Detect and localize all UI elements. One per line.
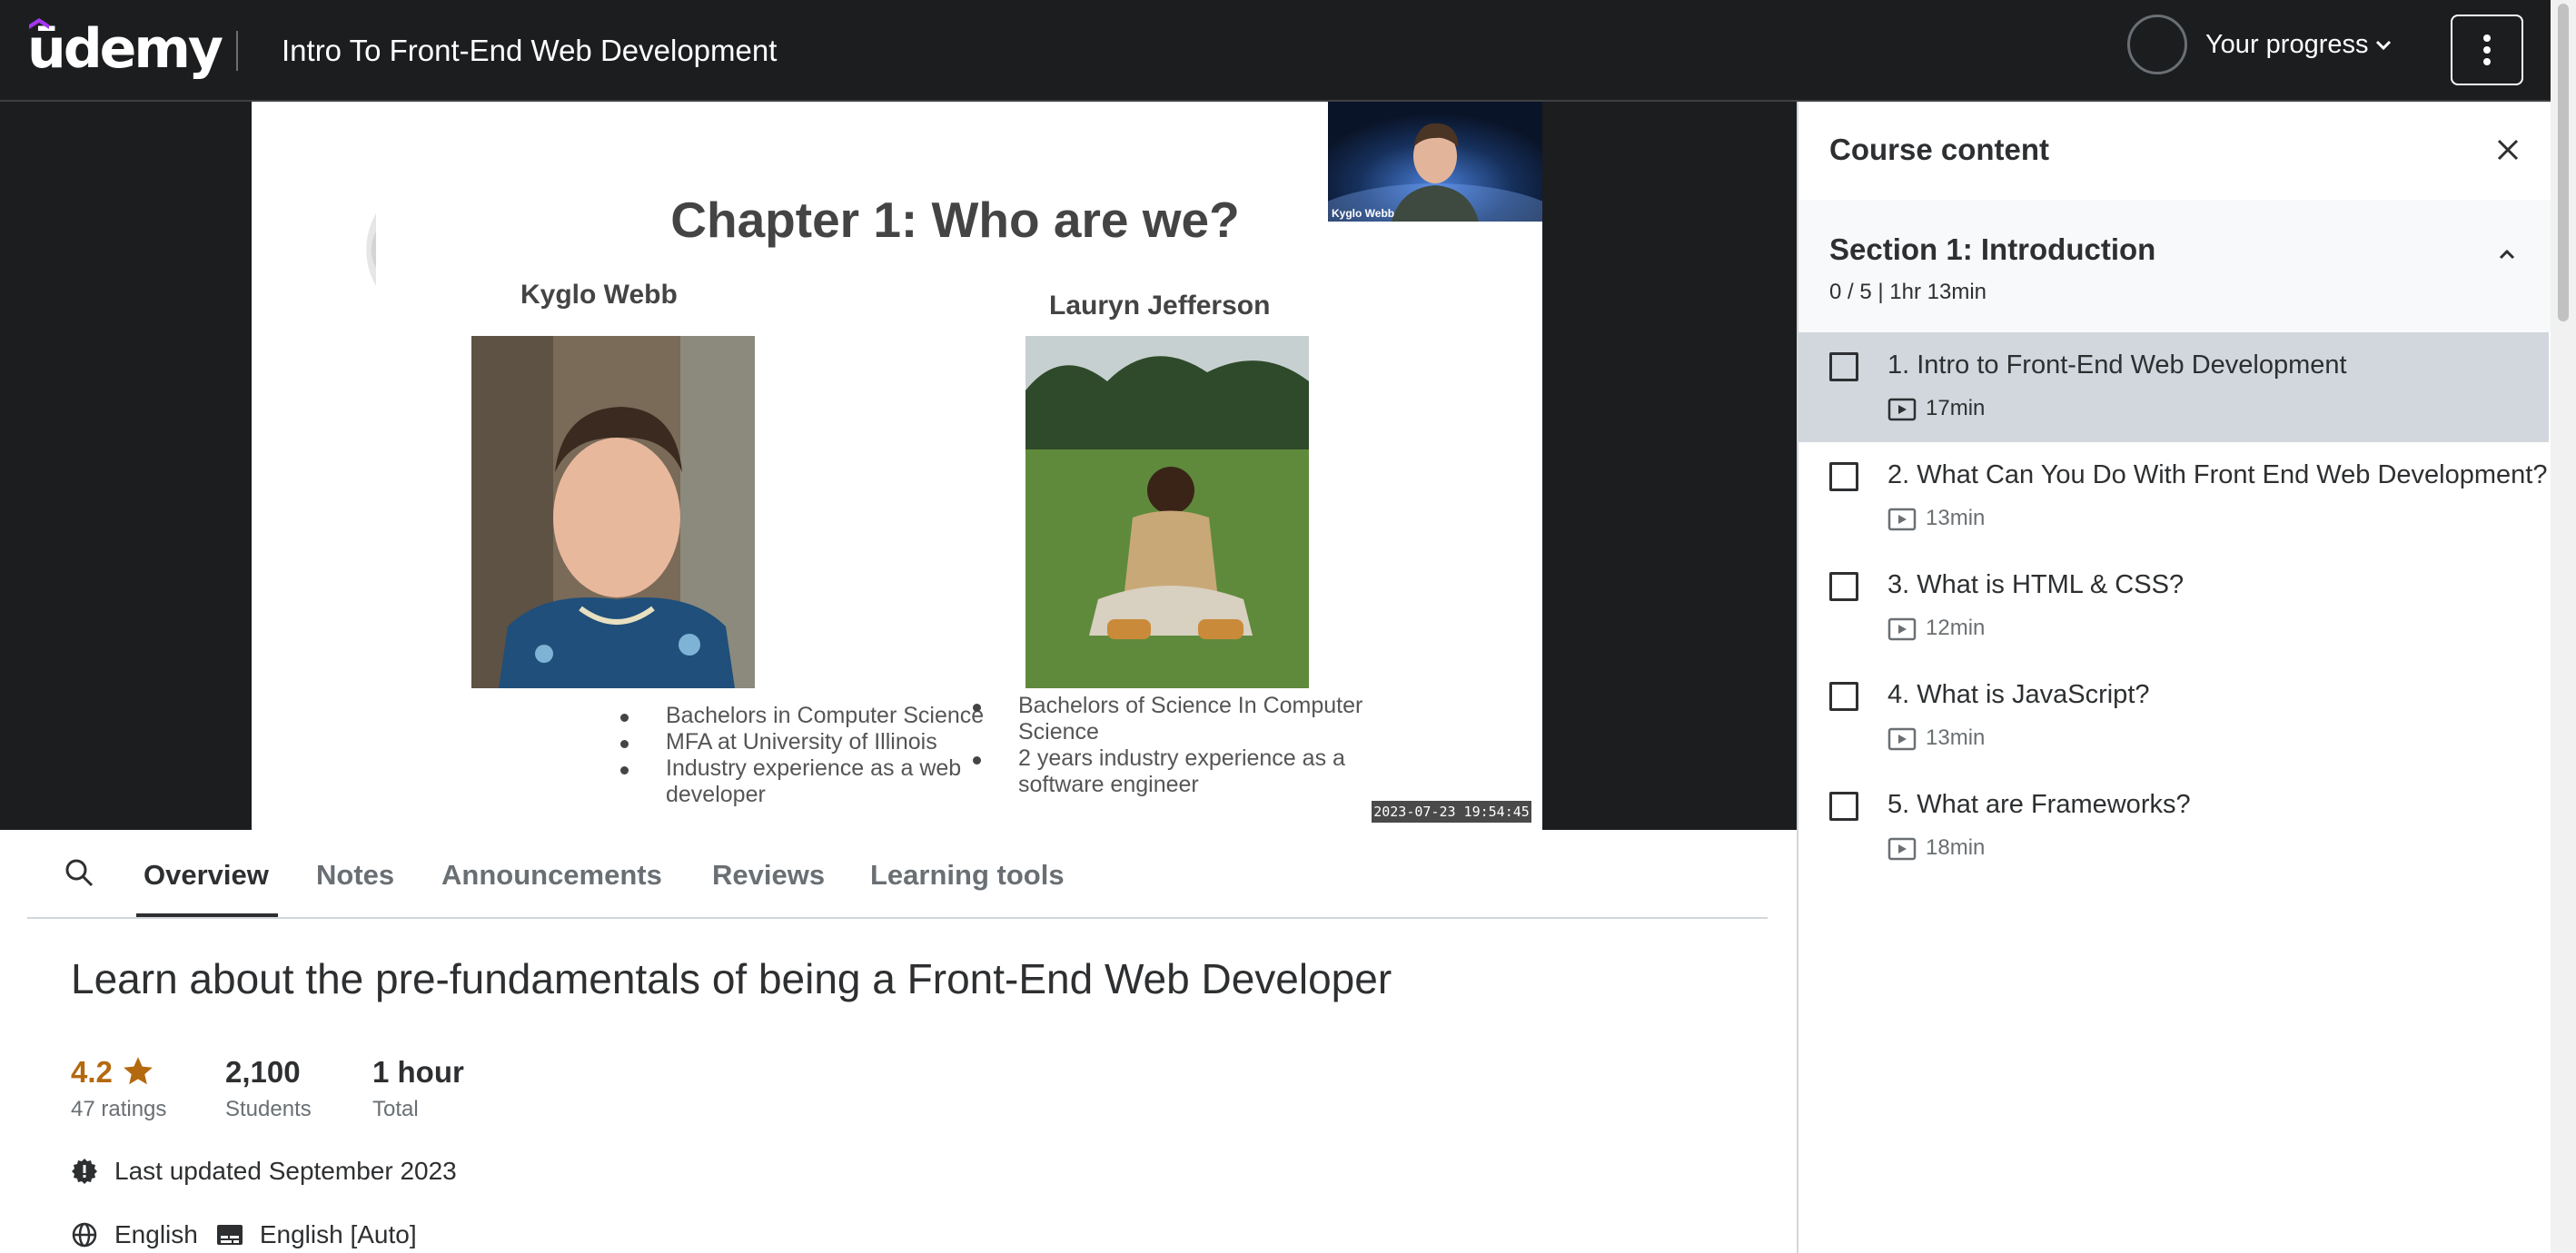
top-bar: ūdemy Intro To Front-End Web Development…	[0, 0, 2576, 102]
lecture-item[interactable]: 3. What is HTML & CSS? 12min	[1798, 552, 2549, 662]
logo-text: ūdemy	[27, 17, 223, 81]
person-name: Kyglo Webb	[520, 280, 678, 310]
section-meta: 0 / 5 | 1hr 13min	[1829, 280, 1986, 304]
tab-notes[interactable]: Notes	[316, 857, 394, 893]
lecture-duration: 13min	[1926, 506, 1986, 530]
lecture-item[interactable]: 5. What are Frameworks? 18min	[1798, 772, 2549, 882]
header-divider	[236, 31, 238, 71]
lecture-title[interactable]: 2. What Can You Do With Front End Web De…	[1887, 457, 2547, 493]
lecture-title[interactable]: 1. Intro to Front-End Web Development	[1887, 347, 2347, 383]
section-title: Section 1: Introduction	[1829, 232, 2156, 266]
bullet-item: Bachelors of Science In Computer Science	[973, 693, 1418, 745]
tab-announcements[interactable]: Announcements	[441, 857, 662, 893]
lecture-checkbox[interactable]	[1829, 352, 1858, 381]
course-content-sidebar: Course content Section 1: Introduction 0…	[1797, 102, 2551, 1253]
lecture-title[interactable]: 4. What is JavaScript?	[1887, 676, 2150, 713]
lecture-duration: 12min	[1926, 616, 1986, 640]
chevron-down-icon[interactable]	[2373, 35, 2394, 56]
udemy-logo[interactable]: ūdemy	[27, 16, 223, 82]
kebab-menu-icon	[2483, 35, 2491, 65]
search-icon[interactable]	[64, 857, 96, 890]
lecture-duration: 13min	[1926, 725, 1986, 750]
video-icon	[1887, 398, 1917, 421]
lecture-checkbox[interactable]	[1829, 682, 1858, 711]
lecture-checkbox[interactable]	[1829, 792, 1858, 821]
video-timestamp: 2023-07-23 19:54:45	[1372, 801, 1531, 823]
course-tabs: Overview Notes Announcements Reviews Lea…	[27, 830, 1768, 919]
lecture-duration: 18min	[1926, 835, 1986, 860]
alert-badge-icon	[72, 1159, 97, 1184]
person-photo	[1025, 336, 1309, 688]
lecture-checkbox[interactable]	[1829, 572, 1858, 601]
lecture-item[interactable]: 4. What is JavaScript? 13min	[1798, 662, 2549, 772]
last-updated-text: Last updated September 2023	[114, 1157, 457, 1185]
language-text: English	[114, 1220, 198, 1248]
lecture-checkbox[interactable]	[1829, 462, 1858, 491]
rating-count: 47 ratings	[71, 1097, 167, 1121]
video-icon	[1887, 727, 1917, 751]
duration-label: Total	[372, 1097, 419, 1121]
more-options-button[interactable]	[2451, 15, 2523, 85]
star-icon	[124, 1057, 153, 1085]
students-label: Students	[225, 1097, 312, 1121]
chevron-up-icon[interactable]	[2494, 242, 2520, 267]
video-icon	[1887, 617, 1917, 641]
presenter-webcam: Kyglo Webb	[1328, 102, 1542, 222]
language-row: English English [Auto]	[71, 1217, 417, 1253]
scrollbar-thumb[interactable]	[2558, 4, 2569, 321]
lecture-title[interactable]: 3. What is HTML & CSS?	[1887, 567, 2184, 603]
close-icon[interactable]	[2494, 136, 2522, 163]
your-progress-button[interactable]: Your progress	[2205, 25, 2368, 64]
person-photo	[471, 336, 755, 688]
globe-icon	[72, 1222, 97, 1248]
sidebar-header: Course content	[1798, 102, 2551, 202]
captions-text: English [Auto]	[259, 1220, 417, 1248]
person-name: Lauryn Jefferson	[1049, 291, 1271, 321]
bullet-item: 2 years industry experience as a softwar…	[973, 745, 1418, 798]
last-updated-row: Last updated September 2023	[71, 1153, 457, 1189]
tab-overview[interactable]: Overview	[144, 857, 269, 893]
sidebar-title: Course content	[1829, 133, 2050, 166]
presenter-caption: Kyglo Webb	[1332, 207, 1395, 220]
lecture-item[interactable]: 1. Intro to Front-End Web Development 17…	[1798, 332, 2549, 442]
video-player[interactable]: Chapter 1: Who are we? Kyglo Webb Bachel…	[0, 102, 1797, 830]
lecture-item[interactable]: 2. What Can You Do With Front End Web De…	[1798, 442, 2549, 552]
slide: Chapter 1: Who are we? Kyglo Webb Bachel…	[252, 102, 1542, 830]
course-title[interactable]: Intro To Front-End Web Development	[282, 29, 777, 73]
overview-heading: Learn about the pre-fundamentals of bein…	[71, 955, 1392, 1002]
section-header[interactable]: Section 1: Introduction 0 / 5 | 1hr 13mi…	[1798, 200, 2551, 332]
total-duration: 1 hour	[372, 1055, 464, 1089]
lecture-title[interactable]: 5. What are Frameworks?	[1887, 786, 2191, 823]
active-tab-indicator	[136, 913, 278, 917]
tab-reviews[interactable]: Reviews	[712, 857, 825, 893]
tab-learning-tools[interactable]: Learning tools	[870, 857, 1065, 893]
students-count: 2,100	[225, 1055, 301, 1089]
rating-value: 4.2	[71, 1055, 113, 1089]
video-icon	[1887, 508, 1917, 531]
lecture-duration: 17min	[1926, 396, 1986, 420]
progress-ring-icon[interactable]	[2127, 15, 2187, 74]
closed-captions-icon	[216, 1225, 243, 1245]
video-icon	[1887, 837, 1917, 861]
logo-hat-icon	[29, 18, 49, 29]
person-bullets: Bachelors of Science In Computer Science…	[956, 693, 1418, 798]
